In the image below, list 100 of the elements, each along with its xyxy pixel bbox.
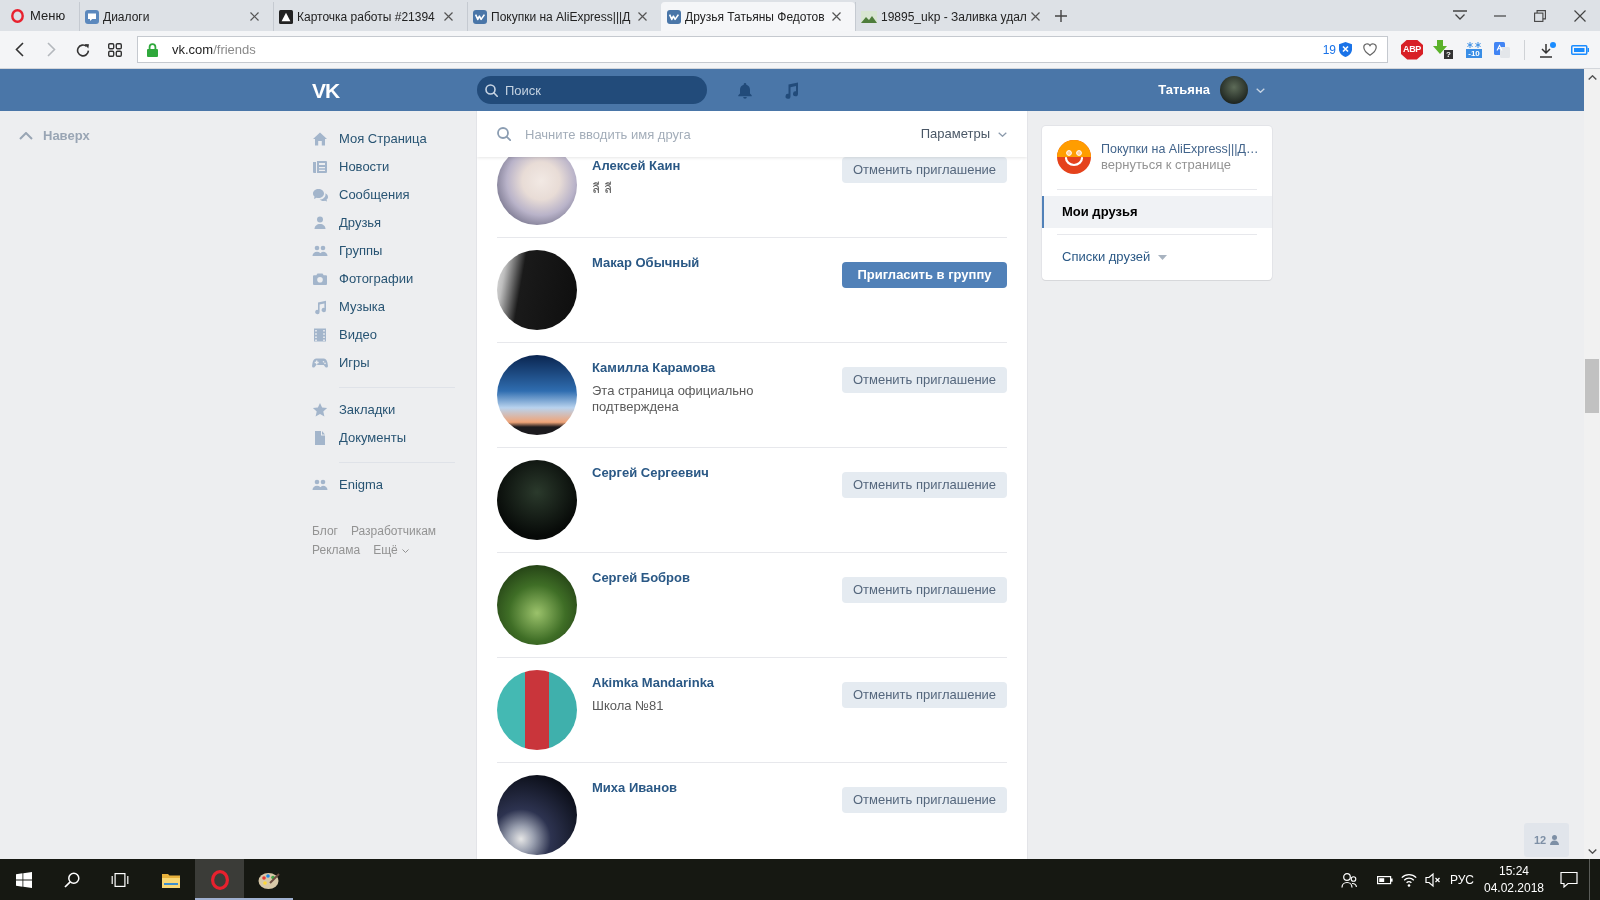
friend-name[interactable]: Сергей Бобров	[592, 569, 842, 587]
document-icon	[312, 430, 328, 446]
menu-item[interactable]: Моя Страница	[312, 125, 462, 153]
close-icon[interactable]	[444, 12, 453, 21]
menu-item[interactable]: Сообщения	[312, 181, 462, 209]
minimize-icon[interactable]	[1494, 14, 1506, 17]
clock-date[interactable]: 04.02.2018	[1479, 879, 1549, 897]
friend-name[interactable]: Akimka Mandarinka	[592, 674, 842, 692]
chevron-up-icon	[19, 132, 33, 140]
cancel-invitation-button[interactable]: Отменить приглашение	[842, 157, 1007, 183]
scrollbar-thumb[interactable]	[1585, 359, 1599, 413]
plus-icon[interactable]	[1055, 9, 1067, 22]
cancel-invitation-button[interactable]: Отменить приглашение	[842, 367, 1007, 393]
menu-item[interactable]: Новости	[312, 153, 462, 181]
back-icon[interactable]	[14, 42, 24, 57]
friend-subtitle: Школа №81	[592, 698, 665, 714]
chat-bubble-icon	[85, 9, 99, 24]
friend-search-field[interactable]: Начните вводить имя друга	[525, 120, 907, 148]
grid-icon[interactable]	[108, 42, 122, 57]
search-icon	[497, 127, 511, 141]
people-icon	[312, 243, 328, 259]
side-menu-item[interactable]: Списки друзей	[1042, 241, 1272, 273]
close-icon[interactable]	[1574, 9, 1586, 22]
close-icon[interactable]	[832, 12, 841, 21]
chevron-down-icon	[998, 131, 1007, 137]
language-indicator[interactable]: РУС	[1445, 870, 1479, 889]
user-name[interactable]: Татьяна	[1158, 80, 1210, 100]
speaker-muted-icon[interactable]	[1425, 871, 1441, 888]
group-title-link[interactable]: Покупки на AliExpress|||Д…	[1101, 141, 1259, 157]
close-icon[interactable]	[250, 12, 259, 21]
triangle-logo-icon	[279, 9, 293, 24]
menu-item[interactable]: Игры	[312, 349, 462, 377]
restore-icon[interactable]	[1534, 9, 1546, 22]
friend-name[interactable]: Алексей Каин	[592, 157, 842, 175]
heart-icon[interactable]	[1363, 43, 1377, 56]
site-logo-icon	[473, 9, 487, 24]
smiley-icon[interactable]	[1057, 140, 1091, 174]
ring-logo-icon	[209, 869, 230, 890]
task-view-icon[interactable]	[111, 871, 129, 888]
site-logo-icon	[667, 9, 681, 24]
snowflake-icon	[1467, 41, 1481, 48]
blocked-ads-counter[interactable]: 19	[1322, 40, 1352, 59]
logo[interactable]: VK	[312, 79, 344, 101]
music-note-icon	[312, 299, 328, 315]
menu-button[interactable]: Меню	[0, 0, 79, 31]
invite-button[interactable]: Пригласить в группу	[842, 262, 1007, 288]
menu-item[interactable]: Enigma	[312, 471, 462, 499]
close-icon[interactable]	[1030, 12, 1040, 21]
star-icon	[312, 402, 328, 418]
friend-name[interactable]: Миха Иванов	[592, 779, 842, 797]
search-field[interactable]: Поиск	[477, 76, 707, 104]
clock-time[interactable]: 15:24	[1479, 862, 1549, 880]
menu-item[interactable]: Друзья	[312, 209, 462, 237]
menu-item[interactable]: Музыка	[312, 293, 462, 321]
wifi-icon[interactable]	[1401, 872, 1417, 887]
download-icon[interactable]	[1538, 41, 1556, 58]
speech-bubbles-icon	[312, 187, 328, 203]
cancel-invitation-button[interactable]: Отменить приглашение	[842, 577, 1007, 603]
search-icon[interactable]	[64, 871, 80, 888]
friend-name[interactable]: Макар Обычный	[592, 254, 842, 272]
scroll-down-icon[interactable]	[1587, 849, 1597, 854]
adblock-button[interactable]: ABP	[1401, 39, 1423, 60]
home-icon	[312, 131, 328, 147]
shield-icon	[1339, 42, 1352, 57]
lock-icon	[147, 42, 158, 57]
scroll-up-icon[interactable]	[1587, 75, 1597, 80]
chevron-down-icon	[401, 548, 409, 553]
chevron-down-icon[interactable]	[1256, 87, 1265, 93]
newspaper-icon	[312, 159, 328, 175]
extension-button[interactable]: ?	[1433, 40, 1453, 59]
people-icon[interactable]	[1341, 871, 1357, 888]
folder-icon	[161, 871, 180, 888]
windows-logo-icon[interactable]	[16, 871, 32, 888]
address-field[interactable]: vk.com/friends 19	[137, 36, 1388, 63]
cancel-invitation-button[interactable]: Отменить приглашение	[842, 682, 1007, 708]
search-icon	[485, 83, 498, 97]
cancel-invitation-button[interactable]: Отменить приглашение	[842, 787, 1007, 813]
browser-tab[interactable]: Друзья Татьяны Федотов	[661, 2, 855, 31]
friend-name[interactable]: Камилла Карамова	[592, 359, 842, 377]
landscape-icon	[861, 10, 877, 23]
ring-logo-icon	[11, 8, 24, 23]
close-icon[interactable]	[638, 12, 647, 21]
film-strip-icon	[312, 327, 328, 343]
friend-subtitle: Эта страница официально подтверждена	[592, 383, 755, 415]
notification-icon[interactable]	[1560, 871, 1578, 888]
person-icon	[312, 215, 328, 231]
menu-item[interactable]: Видео	[312, 321, 462, 349]
menu-item[interactable]: Фотографии	[312, 265, 462, 293]
parameters-dropdown[interactable]: Параметры	[920, 124, 1007, 144]
friend-name[interactable]: Сергей Сергеевич	[592, 464, 842, 482]
side-menu-item[interactable]: Мои друзья	[1042, 196, 1272, 228]
reload-icon[interactable]	[76, 42, 90, 57]
caret-icon	[1158, 254, 1168, 260]
menu-item[interactable]: Закладки	[312, 396, 462, 424]
menu-item[interactable]: Документы	[312, 424, 462, 452]
menu-item[interactable]: Группы	[312, 237, 462, 265]
cancel-invitation-button[interactable]: Отменить приглашение	[842, 472, 1007, 498]
people-icon	[312, 477, 328, 493]
tab-list-icon[interactable]	[1452, 10, 1468, 21]
translate-icon[interactable]	[1494, 41, 1510, 58]
